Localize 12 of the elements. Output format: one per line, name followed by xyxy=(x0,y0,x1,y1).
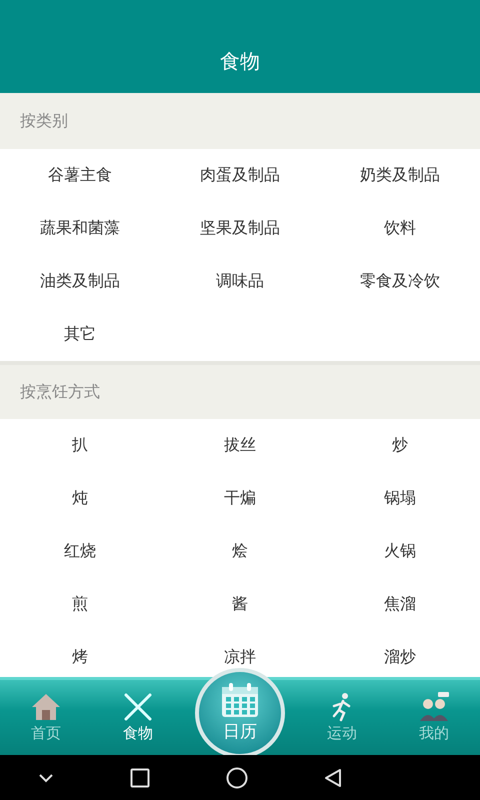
calendar-icon xyxy=(220,682,260,718)
recent-apps-icon[interactable] xyxy=(130,768,150,788)
section-title: 按烹饪方式 xyxy=(20,382,100,402)
home-icon xyxy=(30,692,62,722)
back-icon[interactable] xyxy=(324,768,342,788)
chevron-down-icon[interactable] xyxy=(38,772,54,782)
page-title: 食物 xyxy=(220,48,260,75)
section-title: 按类别 xyxy=(20,110,68,132)
nav-tab[interactable]: 食物 xyxy=(103,692,173,743)
people-icon xyxy=(418,692,450,722)
fork-knife-icon xyxy=(122,692,154,722)
home-circle-icon[interactable] xyxy=(226,766,248,788)
